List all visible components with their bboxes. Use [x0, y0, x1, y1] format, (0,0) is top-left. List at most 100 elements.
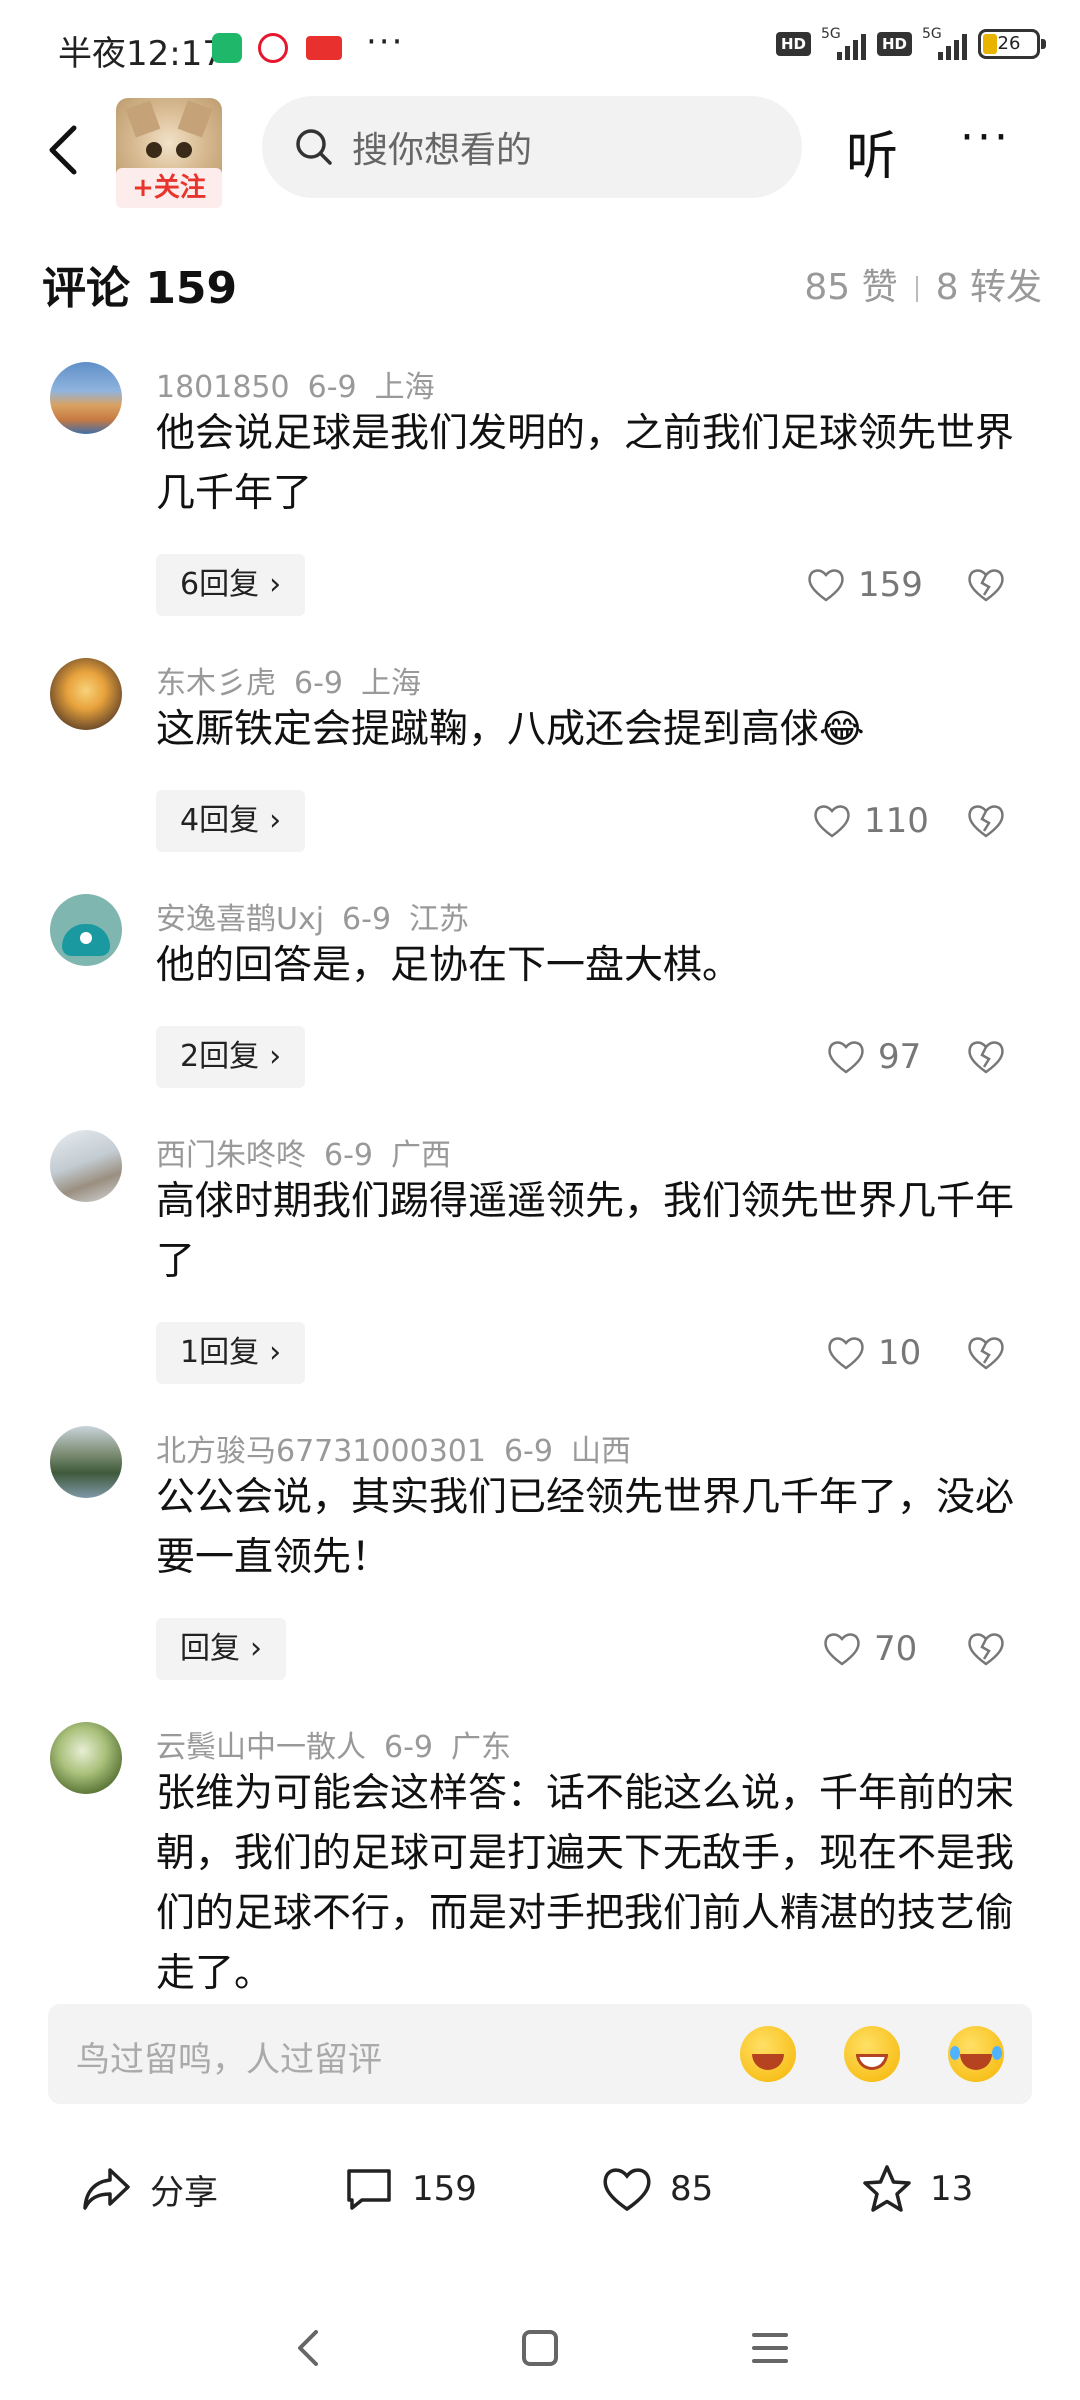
toutiao-app-icon — [306, 36, 342, 60]
comment-meta: 西门朱咚咚 6-9 广西 — [156, 1130, 469, 1174]
comment-like-button[interactable]: 159 — [806, 554, 923, 616]
bottom-action-bar: 分享 159 85 13 — [0, 2150, 1080, 2230]
comment-location: 江苏 — [409, 902, 470, 937]
broken-heart-icon[interactable] — [966, 565, 1006, 605]
comment-location: 广东 — [451, 1730, 511, 1765]
comment-date: 6-9 — [384, 1730, 433, 1765]
share-button[interactable]: 分享 — [80, 2162, 218, 2216]
comment-meta: 安逸喜鹊Uxj 6-9 江苏 — [156, 894, 487, 938]
shield-app-icon — [212, 33, 242, 63]
commenter-avatar[interactable] — [50, 1426, 122, 1498]
follow-button[interactable]: +关注 — [116, 168, 222, 208]
hd-icon: HD — [775, 32, 811, 56]
comment-date: 6-9 — [342, 902, 392, 937]
post-stats: 85 赞 8 转发 — [804, 258, 1042, 310]
comment-date: 6-9 — [307, 370, 357, 405]
comment-text[interactable]: 张维为可能会这样答：话不能这么说，千年前的宋朝，我们的足球可是打遍天下无敌手，现… — [156, 1764, 1016, 2004]
commenter-name[interactable]: 东木彡虎 — [156, 666, 276, 701]
broken-heart-icon[interactable] — [966, 1629, 1006, 1669]
tears-of-joy-emoji-icon[interactable] — [948, 2026, 1004, 2082]
share-arrow-icon — [83, 2168, 130, 2210]
commenter-name[interactable]: 西门朱咚咚 — [156, 1138, 306, 1173]
favorite-button[interactable]: 13 — [860, 2162, 973, 2216]
comment-meta: 东木彡虎 6-9 上海 — [156, 658, 439, 702]
more-menu-button[interactable]: ··· — [960, 112, 1011, 163]
search-placeholder: 搜你想看的 — [352, 130, 533, 171]
laughing-emoji-icon[interactable] — [740, 2026, 796, 2082]
heart-icon — [828, 1337, 864, 1370]
status-more-icon: ··· — [366, 22, 405, 62]
comment-date: 6-9 — [294, 666, 343, 701]
signal-icon: 5G — [821, 26, 867, 60]
shares-count[interactable]: 8 转发 — [936, 267, 1042, 308]
comment-text[interactable]: 他的回答是，足协在下一盘大棋。 — [156, 936, 1016, 996]
star-icon — [863, 2165, 911, 2212]
comment-input[interactable]: 鸟过留鸣，人过留评 — [48, 2004, 1032, 2104]
comment-date: 6-9 — [503, 1434, 553, 1469]
replies-button[interactable]: 2回复 › — [156, 1026, 306, 1088]
battery-icon: 26 — [978, 29, 1046, 59]
comment-location: 广西 — [391, 1138, 451, 1173]
status-bar: 半夜12:17 ··· HD 5G HD 5G 26 — [0, 0, 1080, 96]
search-icon — [296, 129, 332, 165]
heart-icon — [824, 1633, 860, 1666]
signal-icon-2: 5G — [922, 26, 968, 60]
commenter-name[interactable]: 云鬓山中一散人 — [156, 1730, 366, 1765]
comment-text[interactable]: 他会说足球是我们发明的，之前我们足球领先世界几千年了 — [156, 404, 1016, 524]
broken-heart-icon[interactable] — [966, 801, 1006, 841]
heart-icon — [828, 1041, 864, 1074]
commenter-name[interactable]: 北方骏马67731000301 — [156, 1434, 486, 1469]
grinning-emoji-icon[interactable] — [844, 2026, 900, 2082]
weibo-app-icon — [258, 33, 288, 63]
broken-heart-icon[interactable] — [966, 1333, 1006, 1373]
broken-heart-icon[interactable] — [966, 1037, 1006, 1077]
hd-icon-2: HD — [876, 32, 912, 56]
comments-button[interactable]: 159 — [342, 2162, 477, 2216]
comment-location: 山西 — [570, 1434, 631, 1469]
comment-meta: 1801850 6-9 上海 — [156, 362, 453, 406]
chevron-right-icon: › — [269, 1039, 282, 1074]
commenter-avatar[interactable] — [50, 1130, 122, 1202]
commenter-name[interactable]: 1801850 — [156, 370, 290, 405]
system-nav-bar — [0, 2300, 1080, 2400]
replies-button[interactable]: 4回复 › — [156, 790, 306, 852]
comment-input-placeholder: 鸟过留鸣，人过留评 — [76, 2040, 382, 2080]
listen-button[interactable]: 听 — [846, 114, 898, 189]
likes-count[interactable]: 85 赞 — [804, 267, 897, 308]
comment-like-button[interactable]: 110 — [812, 790, 929, 852]
comment-like-button[interactable]: 97 — [826, 1026, 921, 1088]
commenter-avatar[interactable] — [50, 894, 122, 966]
comment-location: 上海 — [361, 666, 421, 701]
status-time: 半夜12:17 — [58, 34, 224, 74]
status-right-icons: HD 5G HD 5G 26 — [775, 26, 1046, 60]
chevron-right-icon: › — [269, 567, 282, 602]
comment-text[interactable]: 这厮铁定会提蹴鞠，八成还会提到高俅😂 — [156, 700, 1016, 760]
chevron-right-icon: › — [250, 1631, 262, 1666]
commenter-avatar[interactable] — [50, 658, 122, 730]
chevron-right-icon: › — [269, 1335, 282, 1370]
commenter-name[interactable]: 安逸喜鹊Uxj — [156, 902, 324, 937]
comment-like-button[interactable]: 70 — [822, 1618, 917, 1680]
nav-back-icon[interactable] — [280, 2318, 340, 2378]
back-arrow-icon[interactable] — [40, 120, 90, 180]
comment-text[interactable]: 高俅时期我们踢得遥遥领先，我们领先世界几千年了 — [156, 1172, 1016, 1292]
replies-button[interactable]: 回复 › — [156, 1618, 286, 1680]
heart-icon — [814, 805, 850, 838]
author-avatar[interactable]: +关注 — [116, 98, 222, 208]
nav-home-icon[interactable] — [510, 2318, 570, 2378]
comment-meta: 云鬓山中一散人 6-9 广东 — [156, 1722, 529, 1766]
commenter-avatar[interactable] — [50, 362, 122, 434]
nav-menu-icon[interactable] — [740, 2318, 800, 2378]
search-box[interactable]: 搜你想看的 — [262, 96, 802, 198]
comment-text[interactable]: 公公会说，其实我们已经领先世界几千年了，没必要一直领先！ — [156, 1468, 1016, 1588]
comment-date: 6-9 — [324, 1138, 373, 1173]
like-button[interactable]: 85 — [600, 2162, 713, 2216]
comment-location: 上海 — [374, 370, 435, 405]
comments-count-title: 评论 159 — [42, 263, 238, 314]
comment-like-button[interactable]: 10 — [826, 1322, 921, 1384]
replies-button[interactable]: 6回复 › — [156, 554, 306, 616]
chevron-right-icon: › — [269, 803, 282, 838]
replies-button[interactable]: 1回复 › — [156, 1322, 306, 1384]
commenter-avatar[interactable] — [50, 1722, 122, 1794]
top-header: +关注 搜你想看的 听 ··· — [0, 96, 1080, 208]
